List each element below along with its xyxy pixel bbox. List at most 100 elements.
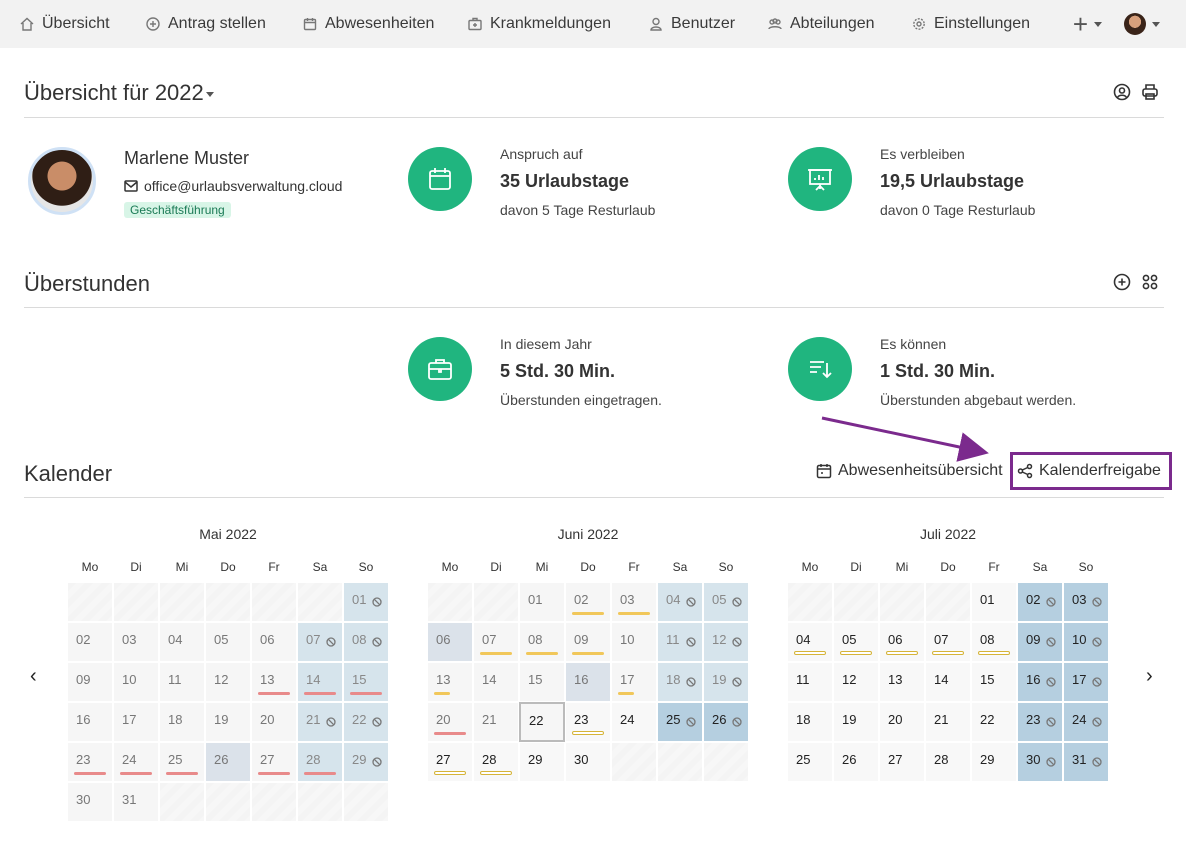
- day-cell[interactable]: 07: [473, 622, 519, 662]
- day-cell[interactable]: 07: [297, 622, 343, 662]
- day-cell[interactable]: 19: [205, 702, 251, 742]
- day-cell[interactable]: 05: [205, 622, 251, 662]
- day-cell[interactable]: 04: [657, 582, 703, 622]
- overview-year-dropdown[interactable]: Übersicht für 2022: [24, 80, 214, 106]
- day-cell[interactable]: 18: [159, 702, 205, 742]
- day-cell[interactable]: 24: [611, 702, 657, 742]
- day-cell[interactable]: 28: [297, 742, 343, 782]
- day-cell[interactable]: 09: [67, 662, 113, 702]
- day-cell[interactable]: 13: [427, 662, 473, 702]
- day-cell[interactable]: 12: [205, 662, 251, 702]
- day-cell[interactable]: 01: [343, 582, 389, 622]
- day-cell[interactable]: 27: [251, 742, 297, 782]
- day-cell[interactable]: 02: [565, 582, 611, 622]
- absence-overview-link[interactable]: Abwesenheitsübersicht: [816, 462, 1003, 480]
- day-cell[interactable]: 08: [971, 622, 1017, 662]
- day-cell[interactable]: 14: [473, 662, 519, 702]
- day-cell[interactable]: 08: [343, 622, 389, 662]
- day-cell[interactable]: 25: [159, 742, 205, 782]
- day-cell[interactable]: 26: [205, 742, 251, 782]
- nav-benutzer[interactable]: Benutzer: [649, 0, 735, 48]
- next-month-button[interactable]: ›: [1146, 665, 1153, 688]
- day-cell[interactable]: 01: [971, 582, 1017, 622]
- day-cell[interactable]: 22: [519, 702, 565, 742]
- day-cell[interactable]: 29: [519, 742, 565, 782]
- day-cell[interactable]: 20: [427, 702, 473, 742]
- day-cell[interactable]: 05: [833, 622, 879, 662]
- day-cell[interactable]: 23: [565, 702, 611, 742]
- day-cell[interactable]: 21: [473, 702, 519, 742]
- day-cell[interactable]: 18: [787, 702, 833, 742]
- day-cell[interactable]: 19: [703, 662, 749, 702]
- day-cell[interactable]: 15: [971, 662, 1017, 702]
- day-cell[interactable]: 18: [657, 662, 703, 702]
- day-cell[interactable]: 16: [565, 662, 611, 702]
- nav-uebersicht[interactable]: Übersicht: [20, 0, 110, 48]
- day-cell[interactable]: 24: [1063, 702, 1109, 742]
- day-cell[interactable]: 12: [703, 622, 749, 662]
- day-cell[interactable]: 06: [427, 622, 473, 662]
- nav-einstellungen[interactable]: Einstellungen: [912, 0, 1030, 48]
- day-cell[interactable]: 27: [427, 742, 473, 782]
- day-cell[interactable]: 14: [925, 662, 971, 702]
- day-cell[interactable]: 09: [1017, 622, 1063, 662]
- day-cell[interactable]: 26: [833, 742, 879, 782]
- day-cell[interactable]: 17: [1063, 662, 1109, 702]
- day-cell[interactable]: 22: [343, 702, 389, 742]
- day-cell[interactable]: 23: [1017, 702, 1063, 742]
- day-cell[interactable]: 11: [657, 622, 703, 662]
- user-email-link[interactable]: office@urlaubsverwaltung.cloud: [124, 178, 342, 194]
- day-cell[interactable]: 07: [925, 622, 971, 662]
- day-cell[interactable]: 02: [1017, 582, 1063, 622]
- day-cell[interactable]: 23: [67, 742, 113, 782]
- day-cell[interactable]: 25: [657, 702, 703, 742]
- nav-krankmeldungen[interactable]: Krankmeldungen: [468, 0, 611, 48]
- day-cell[interactable]: 27: [879, 742, 925, 782]
- day-cell[interactable]: 16: [1017, 662, 1063, 702]
- day-cell[interactable]: 22: [971, 702, 1017, 742]
- day-cell[interactable]: 15: [343, 662, 389, 702]
- nav-antrag-stellen[interactable]: Antrag stellen: [146, 0, 266, 48]
- day-cell[interactable]: 14: [297, 662, 343, 702]
- day-cell[interactable]: 17: [611, 662, 657, 702]
- day-cell[interactable]: 20: [251, 702, 297, 742]
- day-cell[interactable]: 11: [159, 662, 205, 702]
- print-button[interactable]: [1141, 83, 1159, 101]
- day-cell[interactable]: 28: [925, 742, 971, 782]
- day-cell[interactable]: 21: [925, 702, 971, 742]
- day-cell[interactable]: 31: [1063, 742, 1109, 782]
- user-menu-button[interactable]: [1124, 13, 1160, 35]
- day-cell[interactable]: 31: [113, 782, 159, 822]
- overtime-list-button[interactable]: [1141, 273, 1159, 291]
- day-cell[interactable]: 01: [519, 582, 565, 622]
- day-cell[interactable]: 30: [1017, 742, 1063, 782]
- day-cell[interactable]: 26: [703, 702, 749, 742]
- day-cell[interactable]: 15: [519, 662, 565, 702]
- day-cell[interactable]: 03: [1063, 582, 1109, 622]
- day-cell[interactable]: 03: [113, 622, 159, 662]
- day-cell[interactable]: 06: [879, 622, 925, 662]
- add-overtime-button[interactable]: [1113, 273, 1131, 291]
- day-cell[interactable]: 04: [159, 622, 205, 662]
- day-cell[interactable]: 20: [879, 702, 925, 742]
- add-menu-button[interactable]: +: [1073, 11, 1102, 37]
- day-cell[interactable]: 11: [787, 662, 833, 702]
- day-cell[interactable]: 25: [787, 742, 833, 782]
- day-cell[interactable]: 16: [67, 702, 113, 742]
- nav-abteilungen[interactable]: Abteilungen: [768, 0, 875, 48]
- day-cell[interactable]: 21: [297, 702, 343, 742]
- day-cell[interactable]: 13: [879, 662, 925, 702]
- day-cell[interactable]: 29: [971, 742, 1017, 782]
- day-cell[interactable]: 30: [67, 782, 113, 822]
- prev-month-button[interactable]: ‹: [30, 665, 37, 688]
- day-cell[interactable]: 08: [519, 622, 565, 662]
- day-cell[interactable]: 04: [787, 622, 833, 662]
- day-cell[interactable]: 10: [1063, 622, 1109, 662]
- day-cell[interactable]: 06: [251, 622, 297, 662]
- day-cell[interactable]: 05: [703, 582, 749, 622]
- day-cell[interactable]: 28: [473, 742, 519, 782]
- day-cell[interactable]: 19: [833, 702, 879, 742]
- day-cell[interactable]: 09: [565, 622, 611, 662]
- day-cell[interactable]: 02: [67, 622, 113, 662]
- day-cell[interactable]: 12: [833, 662, 879, 702]
